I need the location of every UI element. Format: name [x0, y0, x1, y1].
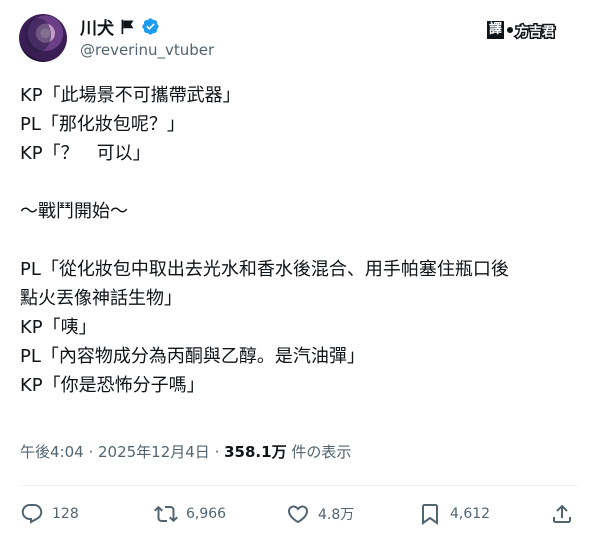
tweet-date[interactable]: 2025年12月4日	[98, 443, 210, 461]
reply-button[interactable]: 128	[20, 498, 79, 530]
tweet-text: KP「此場景不可攜帶武器」 PL「那化妝包呢？」 KP「？ 可以」 〜戰鬥開始〜…	[20, 81, 580, 400]
tweet-meta: 午後4:04 · 2025年12月4日 · 358.1万 件の表示	[20, 441, 351, 462]
bookmark-button[interactable]: 4,612	[418, 498, 490, 530]
share-icon	[553, 504, 571, 523]
display-name[interactable]: 川犬	[80, 14, 114, 39]
author-handle[interactable]: @reverinu_vtuber	[80, 41, 214, 59]
tweet-line: PL「從化妝包中取出去光水和香水後混合、用手帕塞住瓶口後	[20, 259, 509, 280]
bookmark-icon	[422, 504, 438, 525]
author-name-row: 川犬	[80, 14, 160, 39]
avatar[interactable]	[19, 14, 67, 62]
action-bar: 128 6,966 4.8万 4,612	[20, 498, 578, 530]
tweet-line: KP「此場景不可攜帶武器」	[20, 85, 241, 106]
like-count: 4.8万	[318, 507, 355, 523]
meta-separator: ·	[209, 443, 225, 461]
reply-count: 128	[52, 506, 79, 522]
heart-icon	[287, 505, 309, 524]
reply-icon	[21, 504, 43, 524]
tweet-time[interactable]: 午後4:04	[20, 443, 84, 461]
tweet-line: 〜戰鬥開始〜	[20, 201, 128, 222]
meta-separator: ·	[83, 443, 98, 461]
watermark-name: 方吉君	[515, 23, 557, 41]
tweet-line: KP「你是恐怖分子嗎」	[20, 375, 205, 396]
like-button[interactable]: 4.8万	[286, 498, 354, 530]
tweet-line: PL「那化妝包呢？」	[20, 114, 185, 135]
view-count-suffix: 件の表示	[286, 443, 352, 461]
repost-icon	[154, 505, 178, 523]
repost-button[interactable]: 6,966	[154, 498, 226, 530]
black-flag-icon	[121, 19, 134, 34]
action-divider	[20, 485, 578, 486]
translator-watermark: 譯 方吉君	[487, 20, 557, 41]
tweet-line: 點火丟像神話生物」	[20, 288, 182, 309]
bookmark-count: 4,612	[450, 506, 491, 522]
verified-badge-icon	[142, 17, 159, 35]
repost-count: 6,966	[186, 506, 227, 522]
tweet-line: KP「咦」	[20, 317, 97, 338]
tweet-line: KP「？ 可以」	[20, 143, 151, 164]
watermark-prefix: 譯	[487, 21, 505, 39]
tweet-line: PL「內容物成分為丙酮與乙醇。是汽油彈」	[20, 346, 365, 367]
share-button[interactable]	[550, 498, 574, 530]
watermark-dot	[507, 27, 514, 33]
view-count: 358.1万	[224, 443, 287, 461]
